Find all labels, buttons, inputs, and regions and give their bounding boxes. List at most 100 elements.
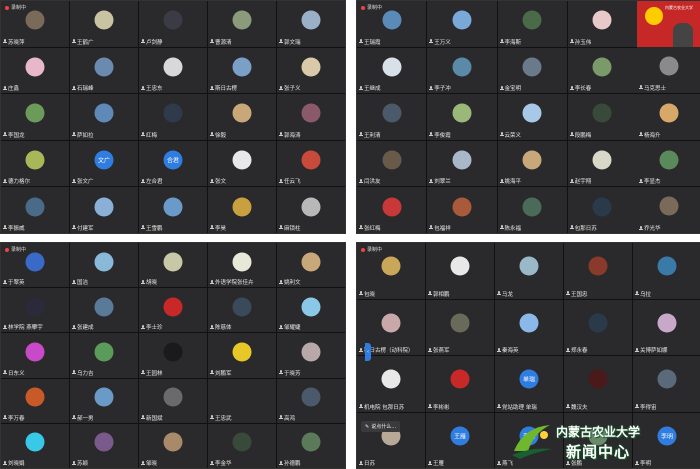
participant-tile[interactable]: 陈永福 <box>497 187 567 233</box>
participant-tile[interactable]: 孙德鹏 <box>277 423 345 468</box>
participant-tile[interactable]: 郑永春 <box>564 299 632 355</box>
record-dot-icon <box>361 247 365 252</box>
participant-tile[interactable]: 文广 张文广 <box>70 140 138 187</box>
participant-tile[interactable]: 林学院 燕攀宇 <box>1 288 69 333</box>
participant-tile[interactable]: 刘翠兰 <box>427 140 497 187</box>
participant-tile[interactable]: 陈慈体 <box>208 288 276 333</box>
participant-name-row: 刘鹏军 <box>210 369 232 377</box>
participant-tile[interactable]: 任云飞 <box>277 140 345 187</box>
participant-tile[interactable]: 刘晓娟 <box>1 423 69 468</box>
participant-tile[interactable]: 萨如拉 <box>70 94 138 140</box>
participant-tile[interactable]: 红梅 <box>139 94 207 140</box>
participant-tile[interactable]: 付建军 <box>70 187 138 233</box>
participant-tile[interactable]: 王雪鹏 <box>139 187 207 233</box>
participant-tile[interactable]: 曹源清 <box>208 1 276 47</box>
participant-tile[interactable]: 王利清 <box>357 94 427 140</box>
participant-tile[interactable]: 云荣义 <box>497 94 567 140</box>
participant-tile[interactable]: 郭文瑞 <box>277 1 345 47</box>
participant-tile[interactable]: 王忠武 <box>208 378 276 423</box>
participant-tile[interactable]: 李万春 <box>1 378 69 423</box>
participant-tile[interactable]: 郭海涛 <box>277 94 345 140</box>
participant-tile[interactable]: 于晓芳 <box>277 333 345 378</box>
participant-tile[interactable]: 李得宙 <box>633 356 700 412</box>
participant-tile[interactable]: 王鹤广 <box>70 1 138 47</box>
participant-tile[interactable]: 李彬彬 <box>426 356 494 412</box>
participant-tile[interactable]: 高鸿 <box>277 378 345 423</box>
microphone-icon <box>429 178 434 184</box>
participant-tile[interactable]: 刘鹏军 <box>208 333 276 378</box>
participant-tile[interactable]: 邹晓 <box>139 423 207 468</box>
participant-tile[interactable]: 张文 <box>208 140 276 187</box>
side-panel-toggle[interactable]: ‹ <box>365 343 371 361</box>
participant-tile[interactable]: 李昊 <box>208 187 276 233</box>
participant-tile[interactable]: 外语学院张佳卉 <box>208 243 276 288</box>
participant-tile[interactable]: 新国斌 <box>139 378 207 423</box>
participant-tile[interactable]: 郭相鹏 <box>426 243 494 299</box>
participant-name-row: 陈慈体 <box>210 323 232 331</box>
participant-tile[interactable]: 王园林 <box>139 333 207 378</box>
participant-tile[interactable]: 卢剑静 <box>139 1 207 47</box>
participant-tile[interactable]: 李俊霞 <box>427 94 497 140</box>
chat-input-popup[interactable]: ✎ 说点什么… <box>361 421 401 432</box>
microphone-icon <box>72 85 76 91</box>
participant-tile[interactable]: 王万义 <box>427 1 497 47</box>
participant-tile[interactable]: 李长春 <box>567 47 637 94</box>
participant-tile[interactable]: 孙玉伟 <box>567 1 637 47</box>
participant-tile[interactable]: 王雁 王雁 <box>426 412 494 468</box>
microphone-icon <box>279 460 283 466</box>
participant-tile[interactable]: 王国忠 <box>564 243 632 299</box>
participant-tile[interactable]: 郝一男 <box>70 378 138 423</box>
participant-tile[interactable]: 魏汉夫 <box>564 356 632 412</box>
participant-tile[interactable]: 马克思士 <box>637 47 700 93</box>
participant-tile[interactable]: 斯日古楞 <box>208 47 276 94</box>
participant-tile[interactable]: 张建成 <box>70 288 138 333</box>
participant-tile[interactable]: 王继成 <box>357 47 427 94</box>
participant-tile[interactable]: 闫洪友 <box>357 140 427 187</box>
participant-tile[interactable]: 王忠东 <box>139 47 207 94</box>
participant-tile[interactable]: 姚海平 <box>497 140 567 187</box>
active-speaker-video[interactable]: 内蒙古农业大学 <box>637 1 700 47</box>
participant-tile[interactable]: 邹耀婕 <box>277 288 345 333</box>
participant-tile[interactable]: 秦海英 <box>495 299 563 355</box>
participant-tile[interactable]: 李国龙 <box>1 94 69 140</box>
participant-name-row: 包那日苏 <box>569 224 597 232</box>
participant-tile[interactable]: 胡晓 <box>139 243 207 288</box>
participant-tile[interactable]: 合君 左合君 <box>139 140 207 187</box>
participant-tile[interactable]: 张红梅 <box>357 187 427 233</box>
participant-tile[interactable]: 徐毅 <box>208 94 276 140</box>
participant-tile[interactable]: 国洁 <box>70 243 138 288</box>
participant-name: 徐毅 <box>215 132 227 139</box>
participant-tile[interactable]: 张燕军 <box>426 299 494 355</box>
participant-name-row: 王忠武 <box>210 414 232 422</box>
participant-tile[interactable]: 张子义 <box>277 47 345 94</box>
participant-tile[interactable]: 金宝明 <box>497 47 567 94</box>
participant-tile[interactable]: 关博萨如娜 <box>633 299 700 355</box>
participant-tile[interactable]: 单瑞 党站助理 单瑞 <box>495 356 563 412</box>
participant-tile[interactable]: 麻锁柱 <box>277 187 345 233</box>
participant-tile[interactable]: 李显杰 <box>637 140 700 187</box>
participant-tile[interactable]: 李士珍 <box>139 288 207 333</box>
participant-tile[interactable]: 姚利文 <box>277 243 345 288</box>
participant-tile[interactable]: 段鹏梅 <box>567 94 637 140</box>
participant-name-row: 王国忠 <box>566 290 588 298</box>
participant-tile[interactable]: 乔光华 <box>637 187 700 233</box>
participant-tile[interactable]: 马龙 <box>495 243 563 299</box>
participant-tile[interactable]: 乌拉 <box>633 243 700 299</box>
participant-tile[interactable]: 日东义 <box>1 333 69 378</box>
participant-tile[interactable]: 包那日苏 <box>567 187 637 233</box>
participant-tile[interactable]: 机电院 包那日苏 <box>357 356 425 412</box>
participant-name-row: 段鹏梅 <box>569 131 591 139</box>
participant-tile[interactable]: 李子冲 <box>427 47 497 94</box>
participant-name: 李国龙 <box>8 132 25 139</box>
participant-tile[interactable]: 德力格尔 <box>1 140 69 187</box>
participant-tile[interactable]: 苏颖 <box>70 423 138 468</box>
participant-tile[interactable]: 赵宇翔 <box>567 140 637 187</box>
participant-tile[interactable]: 杨海升 <box>637 93 700 140</box>
participant-tile[interactable]: 乌力吉 <box>70 333 138 378</box>
participant-tile[interactable]: 李海斯 <box>497 1 567 47</box>
participant-tile[interactable]: 石瑞峰 <box>70 47 138 94</box>
participant-tile[interactable]: 庄鑫 <box>1 47 69 94</box>
participant-tile[interactable]: 李金华 <box>208 423 276 468</box>
participant-tile[interactable]: 李振威 <box>1 187 69 233</box>
participant-tile[interactable]: 包福祥 <box>427 187 497 233</box>
